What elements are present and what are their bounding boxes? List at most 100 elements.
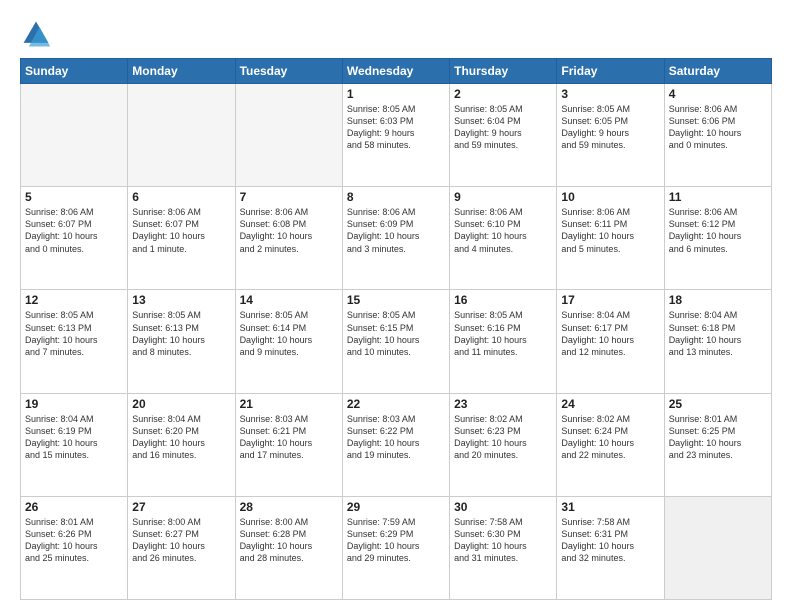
- day-info: Sunrise: 8:02 AM Sunset: 6:23 PM Dayligh…: [454, 413, 552, 462]
- weekday-header-wednesday: Wednesday: [342, 59, 449, 84]
- day-info: Sunrise: 8:03 AM Sunset: 6:22 PM Dayligh…: [347, 413, 445, 462]
- calendar-cell: [664, 496, 771, 599]
- week-row-1: 5Sunrise: 8:06 AM Sunset: 6:07 PM Daylig…: [21, 187, 772, 290]
- calendar-cell: 11Sunrise: 8:06 AM Sunset: 6:12 PM Dayli…: [664, 187, 771, 290]
- calendar-cell: 9 Sunrise: 8:06 AM Sunset: 6:10 PM Daylig…: [450, 187, 557, 290]
- calendar-cell: 29Sunrise: 7:59 AM Sunset: 6:29 PM Dayli…: [342, 496, 449, 599]
- day-number: 2: [454, 87, 552, 101]
- calendar-cell: 30 Sunrise: 7:58 AM Sunset: 6:30 PM Dayli…: [450, 496, 557, 599]
- day-number: 12: [25, 293, 123, 307]
- day-number: 24: [561, 397, 659, 411]
- day-number: 9: [454, 190, 552, 204]
- calendar-cell: 4 Sunrise: 8:06 AM Sunset: 6:06 PM Daylig…: [664, 84, 771, 187]
- day-info: Sunrise: 8:06 AM Sunset: 6:07 PM Dayligh…: [25, 206, 123, 255]
- day-info: Sunrise: 8:00 AM Sunset: 6:27 PM Dayligh…: [132, 516, 230, 565]
- logo: [20, 18, 56, 50]
- calendar-cell: 10 Sunrise: 8:06 AM Sunset: 6:11 PM Dayli…: [557, 187, 664, 290]
- calendar-cell: 24 Sunrise: 8:02 AM Sunset: 6:24 PM Dayli…: [557, 393, 664, 496]
- day-info: Sunrise: 8:06 AM Sunset: 6:09 PM Dayligh…: [347, 206, 445, 255]
- day-number: 22: [347, 397, 445, 411]
- day-number: 25: [669, 397, 767, 411]
- day-number: 19: [25, 397, 123, 411]
- calendar-cell: 22 Sunrise: 8:03 AM Sunset: 6:22 PM Dayli…: [342, 393, 449, 496]
- day-info: Sunrise: 8:05 AM Sunset: 6:16 PM Dayligh…: [454, 309, 552, 358]
- calendar-cell: 5Sunrise: 8:06 AM Sunset: 6:07 PM Daylig…: [21, 187, 128, 290]
- day-number: 13: [132, 293, 230, 307]
- day-info: Sunrise: 7:58 AM Sunset: 6:31 PM Dayligh…: [561, 516, 659, 565]
- weekday-header-friday: Friday: [557, 59, 664, 84]
- day-number: 20: [132, 397, 230, 411]
- calendar-cell: 21 Sunrise: 8:03 AM Sunset: 6:21 PM Dayli…: [235, 393, 342, 496]
- calendar-cell: 8 Sunrise: 8:06 AM Sunset: 6:09 PM Daylig…: [342, 187, 449, 290]
- calendar-cell: 20 Sunrise: 8:04 AM Sunset: 6:20 PM Dayli…: [128, 393, 235, 496]
- day-number: 31: [561, 500, 659, 514]
- calendar-cell: 31 Sunrise: 7:58 AM Sunset: 6:31 PM Dayli…: [557, 496, 664, 599]
- day-number: 11: [669, 190, 767, 204]
- weekday-header-tuesday: Tuesday: [235, 59, 342, 84]
- calendar-cell: 25 Sunrise: 8:01 AM Sunset: 6:25 PM Dayli…: [664, 393, 771, 496]
- calendar-cell: 17 Sunrise: 8:04 AM Sunset: 6:17 PM Dayli…: [557, 290, 664, 393]
- week-row-2: 12 Sunrise: 8:05 AM Sunset: 6:13 PM Dayli…: [21, 290, 772, 393]
- day-info: Sunrise: 8:06 AM Sunset: 6:07 PM Dayligh…: [132, 206, 230, 255]
- day-info: Sunrise: 8:04 AM Sunset: 6:19 PM Dayligh…: [25, 413, 123, 462]
- calendar-table: SundayMondayTuesdayWednesdayThursdayFrid…: [20, 58, 772, 600]
- calendar-cell: [235, 84, 342, 187]
- calendar-cell: 2 Sunrise: 8:05 AM Sunset: 6:04 PM Daylig…: [450, 84, 557, 187]
- day-info: Sunrise: 8:01 AM Sunset: 6:26 PM Dayligh…: [25, 516, 123, 565]
- weekday-header-sunday: Sunday: [21, 59, 128, 84]
- day-number: 14: [240, 293, 338, 307]
- weekday-header-row: SundayMondayTuesdayWednesdayThursdayFrid…: [21, 59, 772, 84]
- day-info: Sunrise: 8:05 AM Sunset: 6:13 PM Dayligh…: [132, 309, 230, 358]
- calendar-cell: [21, 84, 128, 187]
- day-number: 29: [347, 500, 445, 514]
- day-info: Sunrise: 8:04 AM Sunset: 6:17 PM Dayligh…: [561, 309, 659, 358]
- page: SundayMondayTuesdayWednesdayThursdayFrid…: [0, 0, 792, 612]
- day-number: 1: [347, 87, 445, 101]
- calendar-cell: 27 Sunrise: 8:00 AM Sunset: 6:27 PM Dayli…: [128, 496, 235, 599]
- day-number: 6: [132, 190, 230, 204]
- day-number: 10: [561, 190, 659, 204]
- day-info: Sunrise: 8:05 AM Sunset: 6:03 PM Dayligh…: [347, 103, 445, 152]
- calendar-cell: 18 Sunrise: 8:04 AM Sunset: 6:18 PM Dayli…: [664, 290, 771, 393]
- day-info: Sunrise: 8:06 AM Sunset: 6:06 PM Dayligh…: [669, 103, 767, 152]
- header: [20, 18, 772, 50]
- calendar-cell: 23Sunrise: 8:02 AM Sunset: 6:23 PM Dayli…: [450, 393, 557, 496]
- day-info: Sunrise: 8:05 AM Sunset: 6:04 PM Dayligh…: [454, 103, 552, 152]
- day-info: Sunrise: 8:01 AM Sunset: 6:25 PM Dayligh…: [669, 413, 767, 462]
- day-info: Sunrise: 8:03 AM Sunset: 6:21 PM Dayligh…: [240, 413, 338, 462]
- calendar-cell: 26 Sunrise: 8:01 AM Sunset: 6:26 PM Dayli…: [21, 496, 128, 599]
- day-number: 4: [669, 87, 767, 101]
- day-number: 28: [240, 500, 338, 514]
- logo-icon: [20, 18, 52, 50]
- day-number: 7: [240, 190, 338, 204]
- day-number: 27: [132, 500, 230, 514]
- calendar-cell: 7 Sunrise: 8:06 AM Sunset: 6:08 PM Daylig…: [235, 187, 342, 290]
- week-row-3: 19 Sunrise: 8:04 AM Sunset: 6:19 PM Dayli…: [21, 393, 772, 496]
- calendar-cell: [128, 84, 235, 187]
- day-info: Sunrise: 8:06 AM Sunset: 6:08 PM Dayligh…: [240, 206, 338, 255]
- day-number: 17: [561, 293, 659, 307]
- weekday-header-thursday: Thursday: [450, 59, 557, 84]
- week-row-4: 26 Sunrise: 8:01 AM Sunset: 6:26 PM Dayli…: [21, 496, 772, 599]
- weekday-header-saturday: Saturday: [664, 59, 771, 84]
- day-number: 30: [454, 500, 552, 514]
- day-number: 8: [347, 190, 445, 204]
- weekday-header-monday: Monday: [128, 59, 235, 84]
- day-number: 15: [347, 293, 445, 307]
- calendar-cell: 12Sunrise: 8:05 AM Sunset: 6:13 PM Dayli…: [21, 290, 128, 393]
- day-number: 18: [669, 293, 767, 307]
- day-info: Sunrise: 8:05 AM Sunset: 6:15 PM Dayligh…: [347, 309, 445, 358]
- day-info: Sunrise: 8:06 AM Sunset: 6:11 PM Dayligh…: [561, 206, 659, 255]
- day-info: Sunrise: 8:04 AM Sunset: 6:18 PM Dayligh…: [669, 309, 767, 358]
- day-info: Sunrise: 8:00 AM Sunset: 6:28 PM Dayligh…: [240, 516, 338, 565]
- day-info: Sunrise: 8:02 AM Sunset: 6:24 PM Dayligh…: [561, 413, 659, 462]
- day-number: 21: [240, 397, 338, 411]
- day-info: Sunrise: 7:58 AM Sunset: 6:30 PM Dayligh…: [454, 516, 552, 565]
- day-info: Sunrise: 8:05 AM Sunset: 6:14 PM Dayligh…: [240, 309, 338, 358]
- day-number: 26: [25, 500, 123, 514]
- calendar-cell: 28 Sunrise: 8:00 AM Sunset: 6:28 PM Dayli…: [235, 496, 342, 599]
- calendar-cell: 15 Sunrise: 8:05 AM Sunset: 6:15 PM Dayli…: [342, 290, 449, 393]
- day-info: Sunrise: 8:06 AM Sunset: 6:10 PM Dayligh…: [454, 206, 552, 255]
- day-info: Sunrise: 8:04 AM Sunset: 6:20 PM Dayligh…: [132, 413, 230, 462]
- week-row-0: 1 Sunrise: 8:05 AM Sunset: 6:03 PM Daylig…: [21, 84, 772, 187]
